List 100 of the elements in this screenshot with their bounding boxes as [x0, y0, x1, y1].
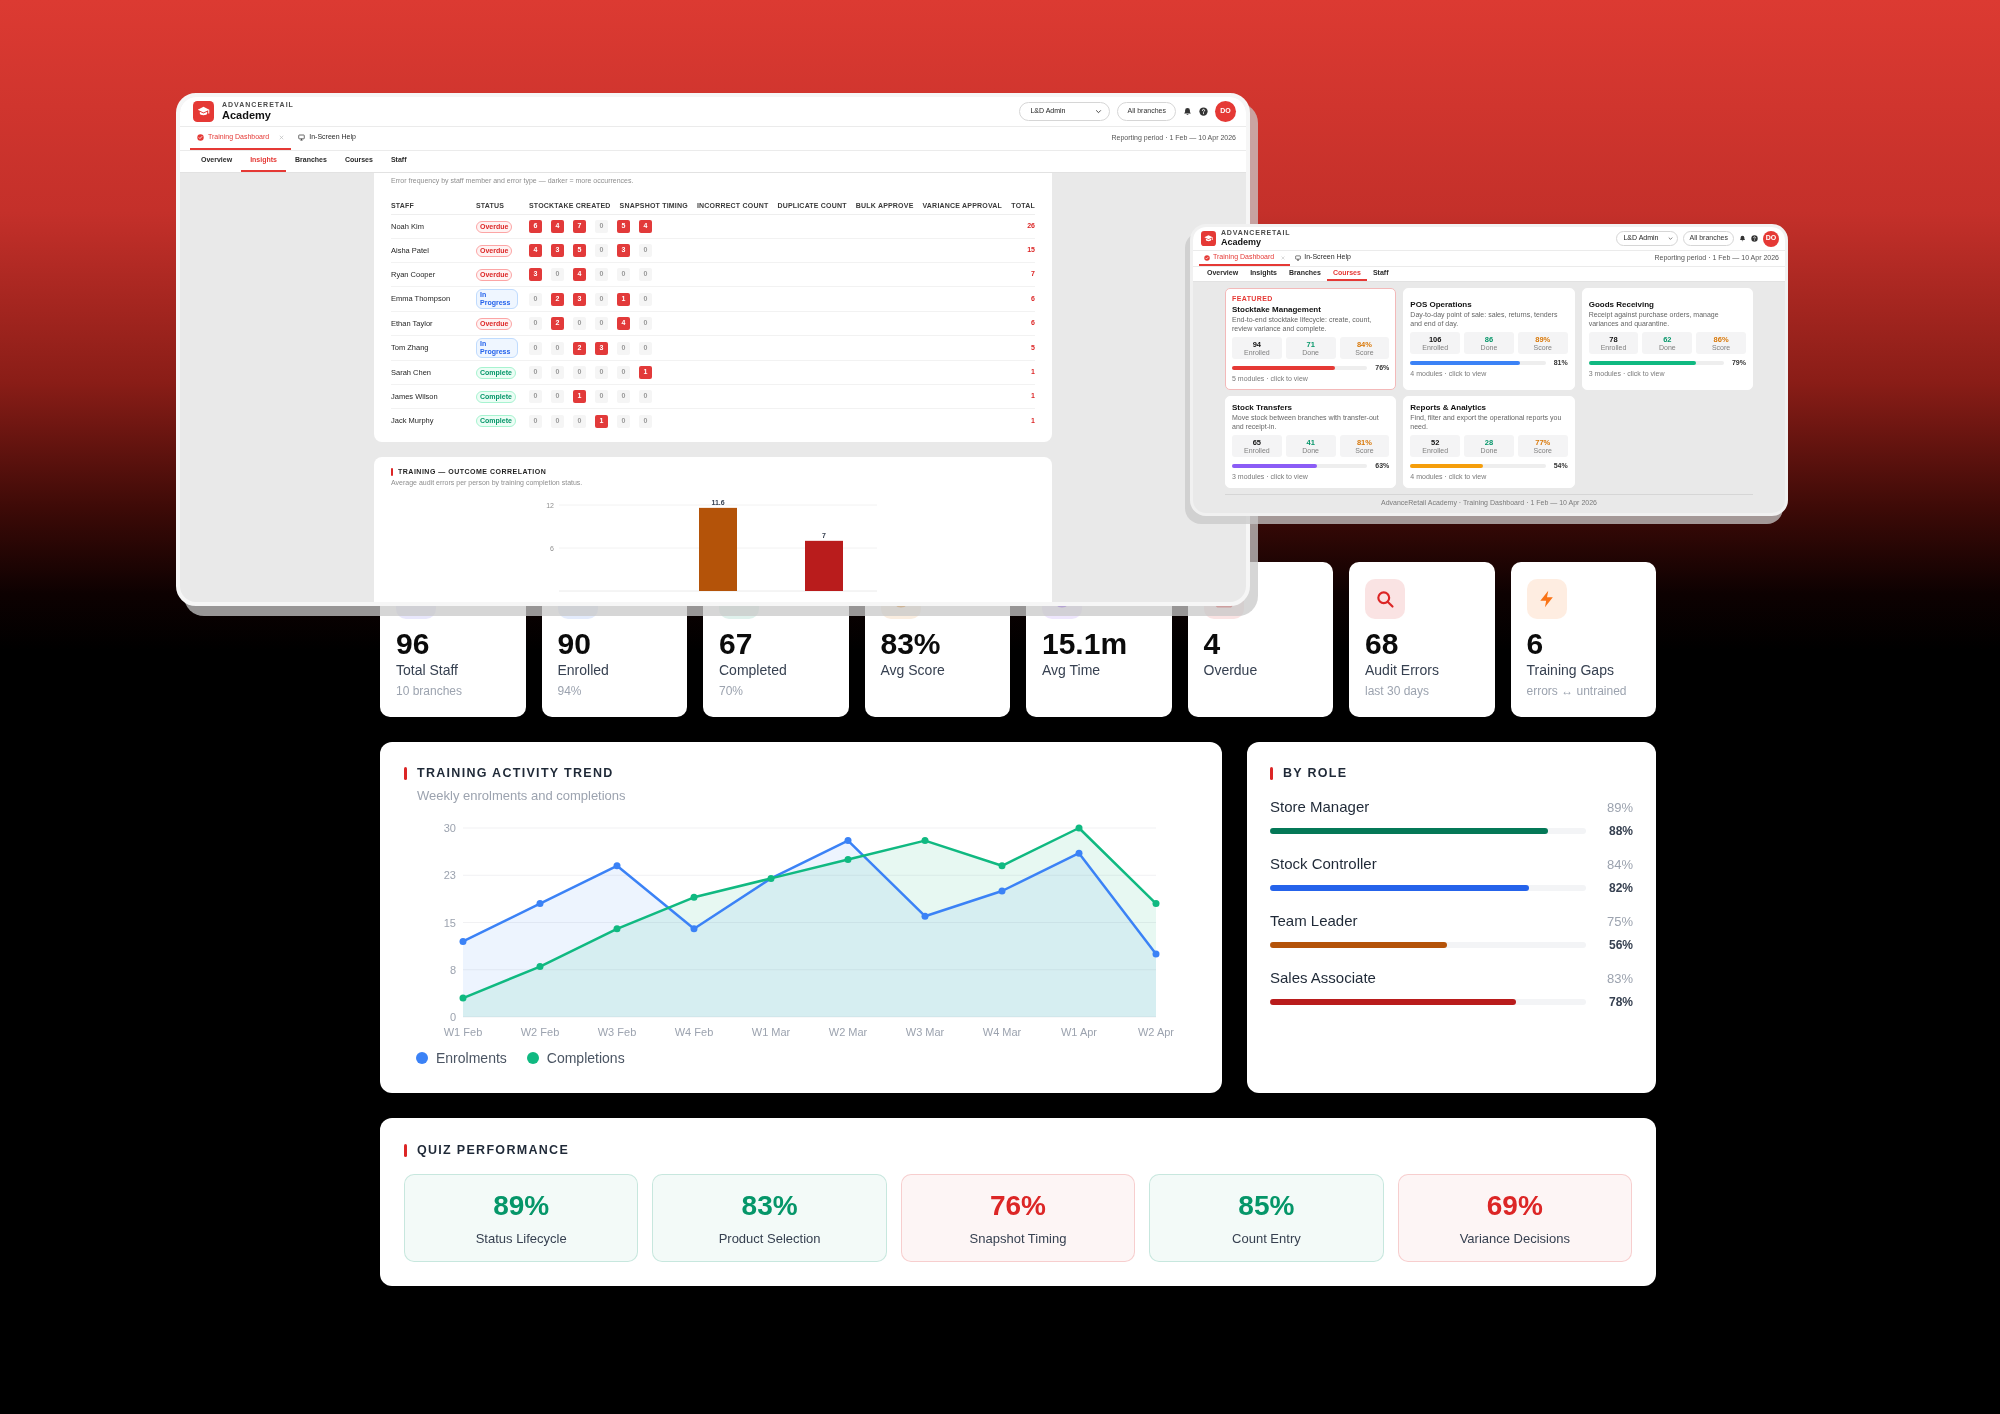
data-point: [459, 994, 467, 1002]
logo-icon: [1201, 231, 1216, 246]
bar: [805, 540, 843, 591]
card-title: BY ROLE: [1283, 766, 1348, 780]
stat-label: Overdue: [1203, 661, 1259, 679]
stat-label: Completed: [719, 661, 788, 679]
data-point: [921, 837, 929, 845]
data-point: [844, 837, 852, 845]
stat-label: Avg Time: [1042, 661, 1102, 679]
quiz-topic: Count Entry: [1232, 1231, 1301, 1247]
data-point: [844, 856, 852, 863]
quiz-score: 85%: [1238, 1189, 1295, 1223]
stat-value: 68: [1365, 629, 1400, 659]
quiz-topic: Product Selection: [718, 1231, 821, 1247]
role-reading: 78%: [1607, 995, 1633, 1009]
data-point: [459, 937, 467, 945]
quiz-score: 69%: [1486, 1189, 1543, 1223]
stat-label: Audit Errors: [1365, 661, 1440, 679]
bell-icon[interactable]: [1183, 107, 1192, 116]
accent-bar: [404, 766, 407, 780]
data-point: [1152, 900, 1160, 908]
app-title: Academy: [1221, 237, 1263, 248]
axis-label: 30: [443, 822, 456, 834]
axis-label: W1 Apr: [1060, 1026, 1098, 1038]
role-name: Store Manager: [1270, 797, 1370, 817]
stat-value: 96: [396, 629, 431, 659]
axis-label: W4 Mar: [982, 1026, 1022, 1038]
data-point: [1152, 950, 1160, 958]
role-reading: 88%: [1607, 824, 1633, 838]
data-point: [921, 912, 929, 920]
data-point: [998, 887, 1006, 895]
card-subtitle: Weekly enrolments and completions: [417, 788, 627, 804]
bell-icon[interactable]: [1739, 235, 1746, 242]
stat-subtext: 94%: [557, 683, 583, 699]
check-circle-icon: [197, 134, 204, 141]
course-title: Goods Receiving: [1588, 300, 1655, 310]
quiz-score: 83%: [741, 1189, 798, 1223]
stat-label: Training Gaps: [1526, 661, 1615, 679]
data-point: [1075, 849, 1083, 857]
course-title: Stocktake Management: [1232, 305, 1322, 315]
data-point: [690, 893, 698, 901]
quiz-score: 89%: [493, 1189, 550, 1223]
axis-label: 15: [443, 916, 456, 929]
search-icon: [1365, 579, 1405, 619]
course-title: Stock Transfers: [1232, 403, 1294, 413]
axis-label: W2 Mar: [828, 1026, 868, 1038]
axis-label: W3 Mar: [905, 1026, 945, 1038]
help-icon[interactable]: [1199, 107, 1208, 116]
legend-label: Completions: [546, 1049, 625, 1067]
data-point: [690, 925, 698, 933]
data-point: [613, 862, 621, 870]
lightning-bolt-icon: [1526, 579, 1567, 619]
legend-dot-icon: [526, 1052, 539, 1064]
axis-label: W2 Feb: [520, 1026, 560, 1038]
stat-value: 4: [1203, 629, 1222, 659]
chevron-down-icon: [1668, 236, 1674, 241]
role-note: 89%: [1606, 799, 1633, 817]
stat-value: 15.1m: [1042, 629, 1129, 659]
data-point: [536, 900, 544, 908]
app-title: Academy: [222, 109, 272, 122]
course-title: POS Operations: [1410, 300, 1473, 310]
data-point: [1075, 824, 1083, 832]
axis-label: W4 Feb: [674, 1026, 714, 1038]
stat-value: 67: [719, 629, 754, 659]
role-reading: 82%: [1607, 881, 1633, 895]
axis-label: W2 Apr: [1137, 1026, 1175, 1038]
stat-value: 6: [1526, 629, 1545, 659]
data-point: [613, 925, 621, 933]
data-point: [767, 874, 775, 882]
stat-label: Total Staff: [396, 661, 459, 679]
quiz-score: 76%: [989, 1189, 1046, 1223]
chevron-down-icon: [1095, 108, 1103, 115]
course-title: Reports & Analytics: [1410, 403, 1488, 413]
quiz-topic: Status Lifecycle: [475, 1231, 567, 1247]
role-name: Sales Associate: [1270, 968, 1376, 988]
logo-icon: [193, 101, 214, 122]
quiz-topic: Variance Decisions: [1459, 1231, 1570, 1247]
stat-value: 90: [557, 629, 592, 659]
axis-label: 0: [449, 1011, 456, 1023]
accent-bar: [391, 467, 393, 476]
role-note: 83%: [1606, 970, 1633, 988]
stat-label: Enrolled: [557, 661, 610, 679]
axis-label: W3 Feb: [597, 1026, 637, 1038]
card-title: QUIZ PERFORMANCE: [417, 1143, 570, 1157]
quiz-topic: Snapshot Timing: [969, 1231, 1067, 1247]
stat-label: Avg Score: [880, 661, 946, 679]
stat-subtext: last 30 days: [1365, 683, 1431, 699]
data-point: [536, 963, 544, 971]
accent-bar: [404, 1143, 407, 1157]
axis-label: W1 Feb: [443, 1026, 483, 1038]
role-name: Team Leader: [1270, 911, 1358, 931]
legend-dot-icon: [416, 1052, 428, 1064]
monitor-icon: [298, 134, 306, 141]
stat-subtext: errors ↔ untrained: [1526, 683, 1628, 699]
accent-bar: [1270, 766, 1273, 780]
axis-label: W1 Mar: [751, 1026, 791, 1038]
stat-value: 83%: [880, 629, 942, 659]
role-name: Stock Controller: [1270, 854, 1377, 874]
legend-label: Enrolments: [436, 1049, 507, 1067]
help-icon[interactable]: [1751, 235, 1758, 242]
